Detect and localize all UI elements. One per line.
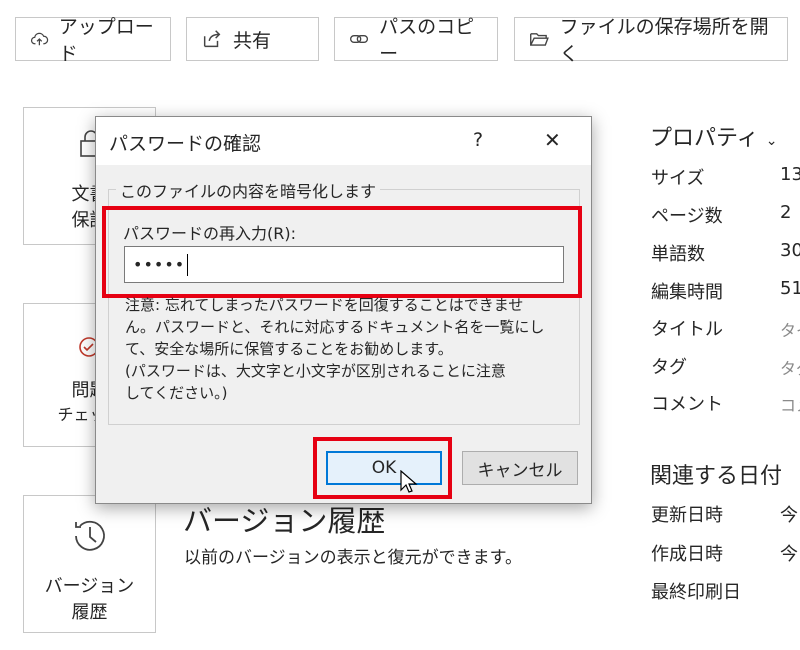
property-label: ページ数 bbox=[651, 206, 723, 227]
note-line: してください。) bbox=[125, 384, 228, 402]
properties-header[interactable]: プロパティ ⌄ bbox=[650, 120, 777, 152]
note-line: (パスワードは、大文字と小文字が区別されることに注意 bbox=[125, 362, 506, 380]
date-label: 最終印刷日 bbox=[651, 582, 741, 603]
help-button[interactable]: ? bbox=[473, 129, 483, 151]
cancel-button[interactable]: キャンセル bbox=[462, 451, 578, 485]
ok-button[interactable]: OK bbox=[326, 451, 442, 485]
date-label: 更新日時 bbox=[651, 505, 723, 526]
version-history-tile[interactable]: バージョン 履歴 bbox=[23, 495, 156, 633]
dialog-title: パスワードの確認 bbox=[109, 133, 262, 155]
property-label: コメント bbox=[651, 394, 723, 415]
date-label: 作成日時 bbox=[651, 544, 723, 565]
close-icon[interactable]: ✕ bbox=[544, 128, 561, 152]
property-label: 単語数 bbox=[651, 244, 705, 265]
properties-header-label: プロパティ bbox=[650, 126, 759, 151]
folder-open-icon bbox=[530, 33, 549, 46]
property-value: 30 bbox=[780, 240, 800, 261]
upload-label: アップロード bbox=[58, 16, 154, 65]
property-value: 51 bbox=[780, 278, 800, 299]
share-button[interactable]: 共有 bbox=[186, 17, 319, 61]
password-input[interactable]: ••••• bbox=[124, 246, 564, 283]
property-value: 13 bbox=[780, 164, 800, 185]
text-cursor bbox=[187, 253, 189, 276]
property-label: タイトル bbox=[651, 319, 723, 340]
chevron-down-icon: ⌄ bbox=[765, 133, 778, 149]
note-line: 注意: 忘れてしまったパスワードを回復することはできませ bbox=[125, 296, 524, 314]
date-value: 今 bbox=[780, 544, 798, 565]
property-value[interactable]: タグ bbox=[780, 355, 800, 379]
share-icon bbox=[203, 30, 221, 48]
copy-path-label: パスのコピー bbox=[379, 16, 475, 65]
property-label: サイズ bbox=[651, 168, 705, 189]
date-value: 今 bbox=[780, 505, 798, 526]
property-label: 編集時間 bbox=[651, 282, 723, 303]
cloud-upload-icon bbox=[31, 32, 49, 46]
version-label-2: 履歴 bbox=[71, 602, 108, 623]
reenter-password-label: パスワードの再入力(R): bbox=[123, 224, 296, 243]
password-confirm-dialog: パスワードの確認 ? ✕ このファイルの内容を暗号化します パスワードの再入力(… bbox=[95, 116, 592, 504]
property-value: 2 bbox=[780, 202, 792, 223]
related-dates-header: 関連する日付 bbox=[650, 464, 783, 489]
password-value: ••••• bbox=[133, 255, 186, 274]
property-value[interactable]: コメ bbox=[780, 392, 800, 416]
version-history-title: バージョン履歴 bbox=[183, 504, 386, 538]
mouse-pointer-icon bbox=[399, 469, 419, 494]
property-value[interactable]: タイ bbox=[780, 317, 800, 341]
upload-button[interactable]: アップロード bbox=[15, 16, 171, 65]
version-history-desc: 以前のバージョンの表示と復元ができます。 bbox=[184, 548, 522, 568]
link-icon bbox=[350, 34, 369, 44]
property-label: タグ bbox=[651, 357, 687, 378]
version-label-1: バージョン bbox=[44, 576, 135, 597]
groupbox-label: このファイルの内容を暗号化します bbox=[116, 178, 381, 202]
share-label: 共有 bbox=[233, 29, 272, 52]
open-location-label: ファイルの保存場所を開く bbox=[559, 16, 769, 65]
password-note: 注意: 忘れてしまったパスワードを回復することはできませ ん。パスワードと、それ… bbox=[125, 294, 575, 404]
clock-history-icon bbox=[68, 514, 112, 558]
copy-path-button[interactable]: パスのコピー bbox=[334, 16, 498, 65]
open-location-button[interactable]: ファイルの保存場所を開く bbox=[514, 16, 788, 65]
note-line: ん。パスワードと、それに対応するドキュメント名を一覧にし bbox=[125, 318, 545, 336]
note-line: て、安全な場所に保管することをお勧めします。 bbox=[125, 340, 453, 358]
